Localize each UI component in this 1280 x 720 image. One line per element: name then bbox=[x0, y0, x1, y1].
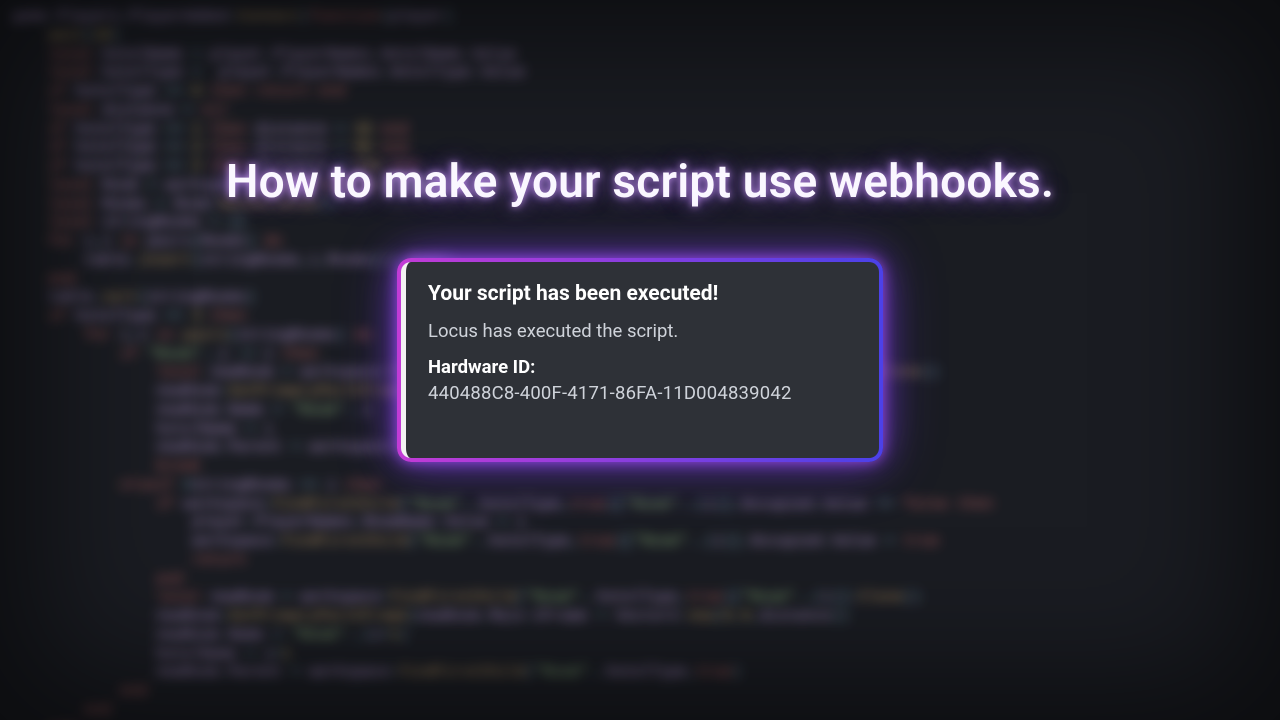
embed-card: Your script has been executed! Locus has… bbox=[397, 258, 883, 462]
page-title: How to make your script use webhooks. bbox=[226, 155, 1054, 209]
embed-field: Hardware ID: 440488C8-400F-4171-86FA-11D… bbox=[428, 356, 857, 404]
embed-field-name: Hardware ID: bbox=[428, 356, 857, 378]
embed-inner: Your script has been executed! Locus has… bbox=[401, 262, 879, 458]
embed-title: Your script has been executed! bbox=[428, 282, 857, 306]
embed-body: Locus has executed the script. bbox=[428, 320, 857, 342]
embed-field-value: 440488C8-400F-4171-86FA-11D004839042 bbox=[428, 382, 857, 404]
